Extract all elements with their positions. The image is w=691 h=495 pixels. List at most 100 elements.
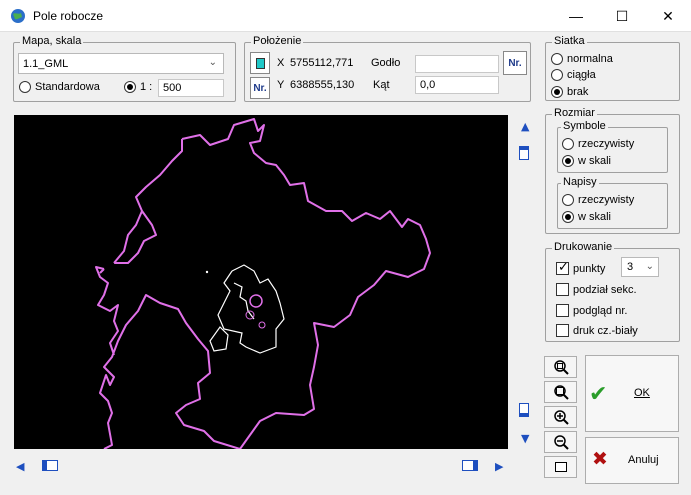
option-label: druk cz.-biały — [573, 324, 638, 337]
punkty-checkbox[interactable] — [556, 260, 569, 275]
siatka-option-ciagla[interactable]: ciągła — [551, 69, 596, 81]
zoom-extent-button[interactable] — [544, 381, 577, 403]
group-label: Mapa, skala — [20, 35, 84, 47]
option-label: normalna — [567, 53, 613, 65]
nr-button-left[interactable]: Nr. — [250, 77, 270, 99]
marker-icon — [255, 57, 265, 69]
radio-napisy-w-skali[interactable] — [562, 211, 574, 223]
option-label: podgląd nr. — [573, 304, 628, 317]
podzial-checkbox[interactable] — [556, 283, 569, 296]
chevron-down-icon: ⌄ — [208, 57, 217, 68]
zoom-out-icon — [553, 435, 569, 450]
map-canvas[interactable] — [14, 115, 508, 450]
zoom-out-button[interactable] — [544, 431, 577, 453]
group-label: Napisy — [561, 176, 599, 188]
x-cancel-icon: ✖ — [592, 448, 608, 470]
radio-ciagla[interactable] — [551, 69, 563, 81]
scroll-leftmost-icon[interactable] — [42, 460, 58, 471]
scale-input[interactable]: 500 — [158, 79, 224, 97]
zoom-in-button[interactable] — [544, 406, 577, 428]
standard-radio[interactable]: Standardowa — [19, 81, 100, 93]
window-title: Pole robocze — [33, 9, 104, 23]
podzial-option[interactable]: podział sekc. — [556, 283, 637, 296]
scroll-up-icon[interactable]: ▲ — [521, 121, 529, 132]
close-icon: ✕ — [662, 7, 674, 24]
y-value: 6388555,130 — [290, 79, 355, 91]
map-boundary-drawing — [95, 118, 431, 450]
group-label: Siatka — [552, 35, 587, 47]
scroll-right-icon[interactable]: ▶ — [495, 461, 503, 472]
scroll-down-icon[interactable]: ▼ — [521, 433, 529, 444]
scroll-rightmost-icon[interactable] — [462, 460, 478, 471]
nr-button-right[interactable]: Nr. — [503, 51, 527, 75]
radio-scale[interactable] — [124, 81, 136, 93]
scroll-left-icon[interactable]: ◀ — [16, 461, 24, 472]
podglad-checkbox[interactable] — [556, 304, 569, 317]
cancel-label: Anuluj — [628, 454, 659, 466]
rectangle-icon — [554, 462, 567, 472]
maximize-button[interactable]: ☐ — [599, 0, 645, 32]
option-label: brak — [567, 86, 589, 98]
ok-label: OK — [634, 387, 650, 399]
podglad-option[interactable]: podgląd nr. — [556, 304, 627, 317]
zoom-window-icon — [553, 360, 569, 375]
group-label: Rozmiar — [552, 107, 597, 119]
scroll-top-icon[interactable] — [519, 146, 529, 160]
group-label: Symbole — [561, 120, 608, 132]
godlo-input[interactable] — [415, 55, 499, 73]
siatka-option-normalna[interactable]: normalna — [551, 53, 613, 65]
option-label: ciągła — [567, 69, 596, 81]
cancel-button[interactable]: ✖ Anuluj — [585, 437, 679, 484]
dataset-value: 1.1_GML — [23, 57, 69, 70]
punkty-value: 3 — [627, 261, 634, 273]
scale-radio[interactable]: 1 : — [124, 81, 152, 93]
radio-symbole-rzeczywisty[interactable] — [562, 138, 574, 150]
option-label: w skali — [578, 211, 612, 223]
radio-brak[interactable] — [551, 86, 563, 98]
druk-option[interactable]: druk cz.-biały — [556, 324, 638, 337]
scroll-bottom-icon[interactable] — [519, 403, 529, 417]
ok-button[interactable]: ✔ OK — [585, 355, 679, 432]
druk-checkbox[interactable] — [556, 324, 569, 337]
globe-icon — [10, 8, 26, 27]
punkty-select[interactable]: 3 ⌄ — [621, 257, 659, 277]
x-label: X — [277, 57, 285, 69]
symbole-rzeczywisty[interactable]: rzeczywisty — [562, 138, 634, 150]
radio-standardowa[interactable] — [19, 81, 31, 93]
city-points — [245, 310, 255, 320]
option-label: punkty — [573, 262, 606, 275]
y-label: Y — [277, 79, 285, 91]
option-label: podział sekc. — [573, 283, 637, 296]
symbole-w-skali[interactable]: w skali — [562, 155, 611, 167]
locate-button[interactable] — [250, 52, 270, 74]
select-area-button[interactable] — [544, 456, 577, 478]
checkmark-icon: ✔ — [589, 382, 608, 407]
zoom-extent-icon — [553, 385, 569, 400]
close-button[interactable]: ✕ — [645, 0, 691, 32]
godlo-label: Godło — [371, 57, 401, 69]
radio-symbole-w-skali[interactable] — [562, 155, 574, 167]
maximize-icon: ☐ — [615, 7, 629, 24]
scale-prefix: 1 : — [140, 81, 153, 93]
zoom-window-button[interactable] — [544, 356, 577, 378]
option-label: rzeczywisty — [578, 138, 635, 150]
radio-normalna[interactable] — [551, 53, 563, 65]
city-points — [249, 294, 263, 308]
point-marker — [205, 270, 209, 274]
kat-input[interactable]: 0,0 — [415, 76, 499, 94]
napisy-rzeczywisty[interactable]: rzeczywisty — [562, 194, 634, 206]
radio-napisy-rzeczywisty[interactable] — [562, 194, 574, 206]
minimize-icon: — — [569, 8, 583, 24]
kat-label: Kąt — [373, 79, 390, 91]
county-boundary — [95, 118, 431, 450]
dataset-select[interactable]: 1.1_GML ⌄ — [18, 53, 224, 74]
title-bar: Pole robocze — ☐ ✕ — [0, 0, 691, 32]
group-label: Drukowanie — [552, 241, 615, 253]
group-label: Położenie — [251, 35, 304, 47]
napisy-w-skali[interactable]: w skali — [562, 211, 611, 223]
minimize-button[interactable]: — — [553, 0, 599, 32]
chevron-down-icon: ⌄ — [645, 261, 654, 272]
siatka-option-brak[interactable]: brak — [551, 86, 588, 98]
punkty-option[interactable]: punkty — [556, 260, 606, 275]
city-boundary — [209, 264, 285, 354]
